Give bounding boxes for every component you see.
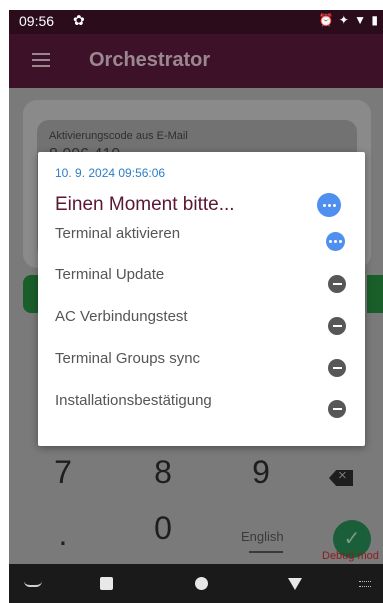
step-label-terminal-update: Terminal Update	[55, 266, 165, 283]
app-title: Orchestrator	[89, 49, 211, 71]
step-blocked-icon	[328, 400, 346, 418]
progress-dialog: 10. 9. 2024 09:56:06 Einen Moment bitte.…	[38, 152, 365, 446]
step-label-installationsbestaetigung: Installationsbestätigung	[55, 392, 212, 409]
nav-back-icon[interactable]	[24, 581, 42, 587]
key-7[interactable]: 7	[43, 454, 83, 491]
step-label-terminal-aktivieren: Terminal aktivieren	[55, 225, 181, 242]
check-icon: ✓	[343, 528, 361, 550]
step-label-terminal-groups-sync: Terminal Groups sync	[55, 350, 201, 367]
key-0[interactable]: 0	[143, 510, 183, 547]
dialog-timestamp: 10. 9. 2024 09:56:06	[55, 166, 166, 180]
step-pending-icon	[326, 232, 345, 251]
hamburger-menu-icon[interactable]	[32, 53, 50, 67]
step-blocked-icon	[328, 359, 346, 377]
key-decimal[interactable]: .	[43, 516, 83, 553]
key-9[interactable]: 9	[241, 454, 281, 491]
key-8[interactable]: 8	[143, 454, 183, 491]
keyboard-language[interactable]: English	[241, 529, 284, 544]
status-icons: ⏰ ✦ ▼ ▮	[318, 13, 379, 27]
dialog-title: Einen Moment bitte...	[55, 194, 235, 215]
status-bar: 09:56 ✿ ⏰ ✦ ▼ ▮	[9, 10, 383, 34]
step-blocked-icon	[328, 317, 346, 335]
language-underline	[249, 551, 283, 553]
nav-triangle-icon[interactable]	[288, 578, 302, 590]
navigation-bar	[9, 564, 383, 603]
numeric-keypad: 7 8 9 . 0 English ✓ Debug mod	[9, 452, 383, 564]
debug-mode-label: Debug mod	[322, 550, 379, 562]
settings-gear-icon: ✿	[73, 12, 85, 28]
activate-button-left-edge[interactable]	[23, 275, 39, 313]
status-time: 09:56	[19, 13, 55, 29]
app-bar: Orchestrator	[9, 34, 383, 88]
backspace-icon[interactable]	[329, 470, 353, 486]
nav-home-icon[interactable]	[195, 577, 208, 590]
title-pending-icon	[317, 193, 341, 217]
keyboard-switch-icon[interactable]	[359, 581, 371, 587]
step-label-ac-verbindungstest: AC Verbindungstest	[55, 308, 188, 325]
activate-button-right-edge[interactable]	[367, 275, 383, 313]
step-blocked-icon	[328, 275, 346, 293]
activation-code-label: Aktivierungscode aus E-Mail	[49, 130, 188, 142]
nav-overview-icon[interactable]	[100, 577, 113, 590]
